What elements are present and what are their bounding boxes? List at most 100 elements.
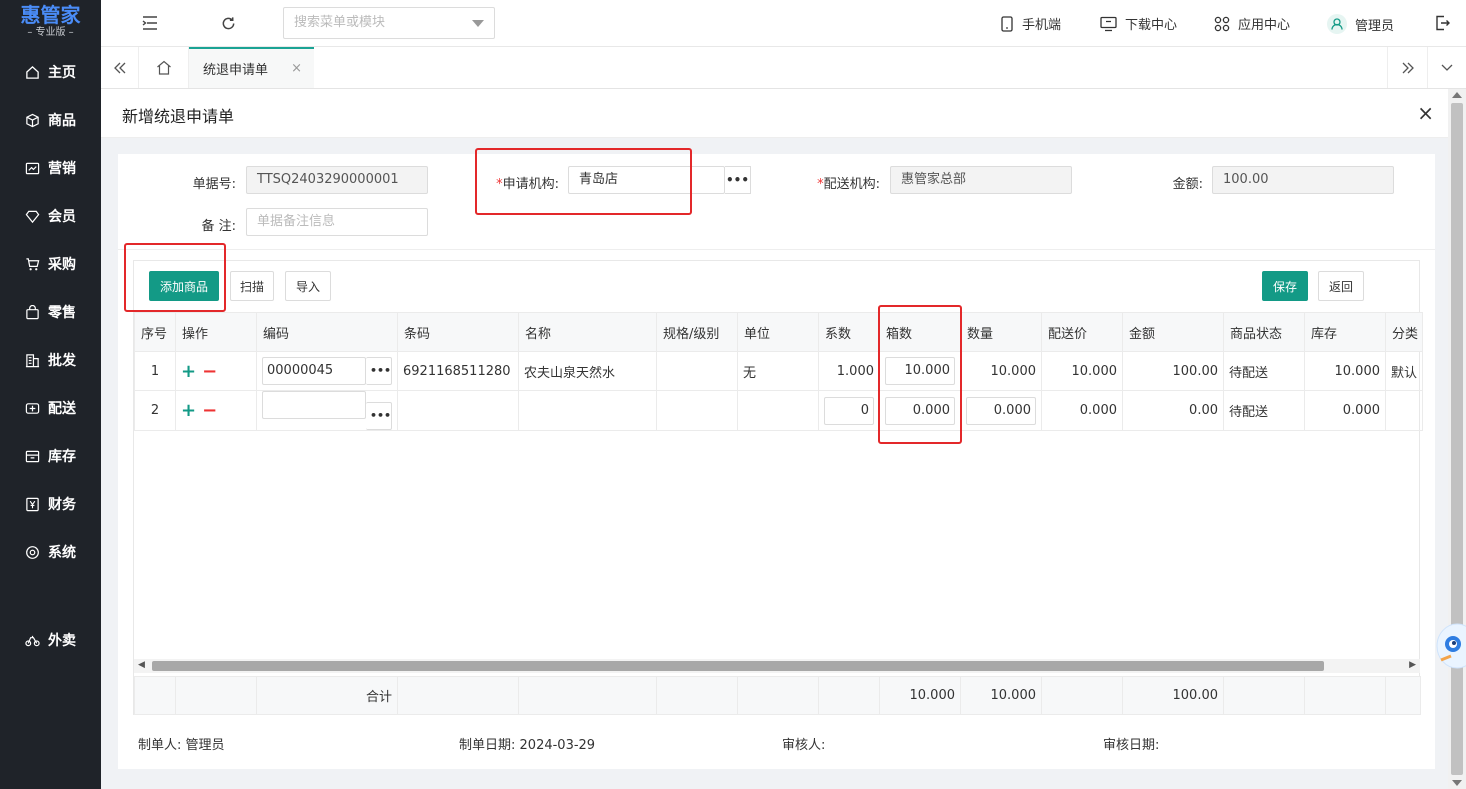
amount-label: 金额: xyxy=(1172,177,1203,192)
amount-cell: 100.00 xyxy=(1122,351,1224,391)
download-label: 下载中心 xyxy=(1125,18,1178,33)
tabs-menu-chevron-down-icon[interactable] xyxy=(1427,47,1466,88)
scroll-left-arrow-icon[interactable]: ◀ xyxy=(138,660,145,670)
tabs-scroll-right-icon[interactable] xyxy=(1387,47,1427,88)
scroll-down-arrow-icon[interactable] xyxy=(1452,780,1462,786)
vertical-scrollbar[interactable] xyxy=(1448,89,1466,789)
sum-cell xyxy=(737,676,819,715)
sidebar-item-label: 零售 xyxy=(48,305,76,321)
sidebar-item-inventory[interactable]: 库存 xyxy=(0,441,101,471)
mobile-link[interactable]: 手机端 xyxy=(1000,14,1061,33)
price-cell: 0.000 xyxy=(1041,390,1123,431)
scrollbar-thumb[interactable] xyxy=(152,661,1324,671)
highlight-box-boxes-column xyxy=(878,305,962,444)
horizontal-scrollbar[interactable]: ◀ ▶ xyxy=(134,659,1420,673)
dialog-header: 新增统退申请单 × xyxy=(101,89,1448,138)
price-cell: 10.000 xyxy=(1041,351,1123,391)
sidebar-item-wholesale[interactable]: 批发 xyxy=(0,345,101,375)
highlight-box-add-goods xyxy=(124,243,226,312)
sum-cell xyxy=(818,676,880,715)
factor-input[interactable]: 0 xyxy=(824,396,874,425)
code-more-icon[interactable]: ••• xyxy=(366,402,392,430)
amount-cell: 0.00 xyxy=(1122,390,1224,431)
remark-input[interactable]: 单据备注信息 xyxy=(246,208,428,236)
dist-org-label-text: 配送机构: xyxy=(823,177,880,192)
menu-search-select[interactable]: 搜索菜单或模块 xyxy=(283,7,495,39)
total-boxes: 10.000 xyxy=(879,676,961,715)
app-center-link[interactable]: 应用中心 xyxy=(1214,14,1290,33)
chart-icon xyxy=(24,160,40,176)
user-menu[interactable]: 管理员 xyxy=(1327,14,1394,34)
column-header: 编码 xyxy=(256,312,398,352)
code-input[interactable]: 00000045 xyxy=(262,357,366,385)
table-row: 1 + − 00000045 ••• 6921168511280 农夫山泉天然水 无… xyxy=(134,351,1424,391)
audit-date-info: 审核日期: xyxy=(1103,734,1159,753)
sidebar-item-finance[interactable]: 财务 xyxy=(0,489,101,519)
remove-row-icon[interactable]: − xyxy=(202,361,217,382)
import-button[interactable]: 导入 xyxy=(285,271,331,301)
sidebar-item-label: 系统 xyxy=(48,545,76,561)
cube-icon xyxy=(24,112,40,128)
user-name: 管理员 xyxy=(1355,18,1395,34)
tab-label: 统退申请单 xyxy=(203,63,269,78)
back-button[interactable]: 返回 xyxy=(1318,271,1364,301)
column-header: 系数 xyxy=(818,312,880,352)
avatar-icon xyxy=(1327,14,1347,34)
maker-value: 管理员 xyxy=(185,738,225,753)
table-header-row: 序号 操作 编码 条码 名称 规格/级别 单位 系数 箱数 数量 配送价 金额 … xyxy=(134,312,1424,352)
sidebar-item-marketing[interactable]: 营销 xyxy=(0,153,101,183)
dialog-close-icon[interactable]: × xyxy=(1417,101,1434,125)
sidebar-item-purchase[interactable]: 采购 xyxy=(0,249,101,279)
tab-return-request[interactable]: 统退申请单 × xyxy=(189,47,314,88)
doc-no-field: TTSQ2403290000001 xyxy=(246,166,428,194)
qty-input[interactable]: 0.000 xyxy=(966,396,1036,425)
menu-collapse-icon[interactable] xyxy=(139,12,161,34)
sidebar-item-label: 财务 xyxy=(48,497,76,513)
sidebar-item-home[interactable]: 主页 xyxy=(0,57,101,87)
sidebar-item-members[interactable]: 会员 xyxy=(0,201,101,231)
phone-icon xyxy=(1000,15,1014,32)
add-row-icon[interactable]: + xyxy=(181,400,196,421)
goods-table: 序号 操作 编码 条码 名称 规格/级别 单位 系数 箱数 数量 配送价 金额 … xyxy=(134,312,1424,431)
add-row-icon[interactable]: + xyxy=(181,361,196,382)
code-input[interactable] xyxy=(262,391,366,419)
sidebar-item-system[interactable]: 系统 xyxy=(0,537,101,567)
column-header: 配送价 xyxy=(1041,312,1123,352)
sidebar-item-retail[interactable]: 零售 xyxy=(0,297,101,327)
refresh-icon[interactable] xyxy=(217,12,239,34)
code-cell: ••• xyxy=(256,390,398,431)
top-bar: 搜索菜单或模块 手机端 下载中心 应用中心 管理员 xyxy=(101,0,1466,47)
column-header: 操作 xyxy=(175,312,257,352)
totals-row: 合计 10.000 10.000 100.00 xyxy=(134,676,1421,715)
logo: 惠管家 – 专业版 – xyxy=(0,0,101,47)
apply-org-more-icon[interactable]: ••• xyxy=(725,166,751,194)
scroll-up-arrow-icon[interactable] xyxy=(1452,92,1462,98)
sidebar-item-distribution[interactable]: 配送 xyxy=(0,393,101,423)
assistant-robot-icon[interactable] xyxy=(1433,612,1466,676)
logout-icon[interactable] xyxy=(1431,12,1453,34)
download-center-link[interactable]: 下载中心 xyxy=(1100,14,1177,33)
column-header: 分类 xyxy=(1384,312,1424,352)
sidebar-item-label: 配送 xyxy=(48,401,76,417)
auditor-label: 审核人: xyxy=(782,738,826,753)
column-header: 库存 xyxy=(1304,312,1386,352)
sidebar-item-takeout[interactable]: 外卖 xyxy=(0,625,101,655)
save-button[interactable]: 保存 xyxy=(1262,271,1308,301)
home-tab-icon[interactable] xyxy=(139,47,189,88)
sidebar-item-label: 商品 xyxy=(48,113,76,129)
tabs-scroll-left-icon[interactable] xyxy=(101,47,139,88)
sidebar-item-goods[interactable]: 商品 xyxy=(0,105,101,135)
audit-date-label: 审核日期: xyxy=(1103,738,1160,753)
remove-row-icon[interactable]: − xyxy=(202,400,217,421)
code-more-icon[interactable]: ••• xyxy=(366,357,392,385)
cart-icon xyxy=(24,256,40,272)
yen-icon xyxy=(24,496,40,512)
form-card: 单据号: TTSQ2403290000001 *申请机构: 青岛店 ••• *配… xyxy=(118,148,1435,769)
close-icon[interactable]: × xyxy=(291,61,302,76)
scan-button[interactable]: 扫描 xyxy=(230,271,274,301)
scroll-right-arrow-icon[interactable]: ▶ xyxy=(1409,660,1416,670)
name-cell: 农夫山泉天然水 xyxy=(518,351,657,391)
status-cell: 待配送 xyxy=(1223,390,1305,431)
dist-org-label: *配送机构: xyxy=(804,173,880,192)
divider xyxy=(118,249,1435,250)
